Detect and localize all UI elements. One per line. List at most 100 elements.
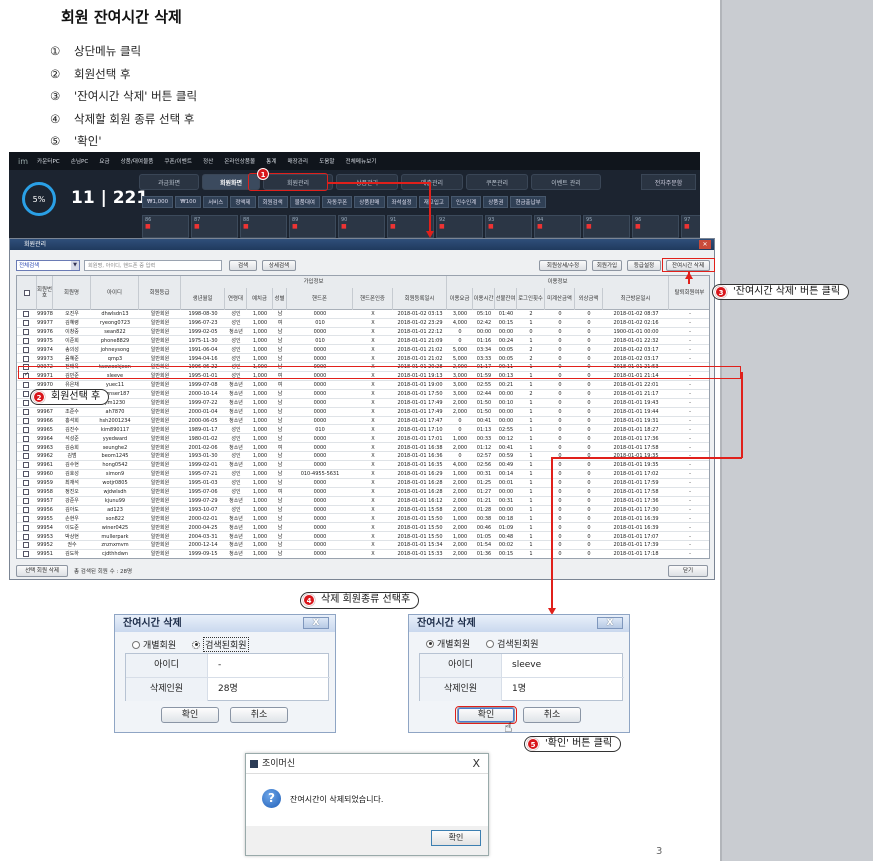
top-menu-item[interactable]: 요금 <box>99 157 109 165</box>
table-row[interactable]: 99957 강준우 kjunu99 일반회원 1999-07-29 청소년 1,000 남 00… <box>17 497 709 506</box>
table-row[interactable]: 99959 최재석 wotjr0805 일반회원 1995-01-03 성인 1,000 남 0… <box>17 479 709 488</box>
table-row[interactable]: 99958 정진오 wjdwlsdh 일반회원 1995-07-06 성인 1,000 여 00… <box>17 488 709 497</box>
row-checkbox[interactable] <box>23 311 29 317</box>
seat-tile[interactable]: 94 ■ <box>534 215 581 238</box>
seat-tile[interactable]: 92 ■ <box>436 215 483 238</box>
select-all-checkbox[interactable] <box>17 276 37 310</box>
table-row[interactable]: 99973 음혜준 qmp3 일반회원 1994-04-16 성인 1,000 남 0000 X 2… <box>17 355 709 364</box>
table-row[interactable]: 99966 홍석희 hsh2001234 일반회원 2000-06-05 청소년 1,000… <box>17 417 709 426</box>
cancel-button[interactable]: 취소 <box>230 707 288 723</box>
table-row[interactable]: 99969박지훈wlgnser187일반회원2000-10-14청소년1,000… <box>17 390 709 399</box>
top-menu-item[interactable]: 온라인상품몰 <box>224 157 255 165</box>
delete-selected-members-button[interactable]: 선택 회원 삭제 <box>16 565 68 577</box>
table-row[interactable]: 99960 김호성 simon9 일반회원 1995-07-21 성인 1,000 남 010-… <box>17 470 709 479</box>
radio-individual-member[interactable]: 개별회원 <box>132 637 176 652</box>
close-window-button[interactable]: 닫기 <box>668 565 708 577</box>
seat-tile[interactable]: 95 ■ <box>583 215 630 238</box>
ok-button[interactable]: 확인 <box>431 830 481 846</box>
row-checkbox[interactable] <box>23 319 29 326</box>
row-checkbox[interactable] <box>23 435 29 442</box>
table-row[interactable]: 99961 김수현 hong0542 일반회원 1999-02-01 청소년 1,000 남 0… <box>17 461 709 470</box>
row-checkbox[interactable] <box>23 328 29 335</box>
toolbar-button[interactable]: 재고입고 <box>418 196 449 208</box>
ok-button[interactable]: 확인 <box>161 707 219 723</box>
row-checkbox[interactable] <box>23 453 29 460</box>
row-checkbox[interactable] <box>23 355 29 362</box>
detail-search-button[interactable]: 상세검색 <box>262 260 296 271</box>
table-row[interactable]: 99953 박상현 mullerpark 일반회원 2004-03-31 청소년 1,000… <box>17 533 709 542</box>
table-row[interactable]: 99974 송의성 johneysong 일반회원 1991-06-04 성인 1,000 남… <box>17 346 709 355</box>
app-tab[interactable]: 쿠폰관리 <box>466 174 528 190</box>
row-checkbox[interactable] <box>23 337 29 344</box>
row-checkbox[interactable] <box>23 391 29 398</box>
row-checkbox[interactable] <box>23 506 29 513</box>
seat-tile[interactable]: 88 ■ <box>240 215 287 238</box>
top-menu-item[interactable]: 손님PC <box>71 157 89 165</box>
top-menu-item[interactable]: 매장관리 <box>287 157 308 165</box>
seat-tile[interactable]: 90 ■ <box>338 215 385 238</box>
table-row[interactable]: 99956 김아도 ad123 일반회원 1993-10-07 성인 1,000 남 0000 X… <box>17 506 709 515</box>
close-icon[interactable]: X <box>597 617 623 629</box>
toolbar-button[interactable]: 회원검색 <box>257 196 288 208</box>
app-tab[interactable]: 과금화면 <box>139 174 199 190</box>
row-checkbox[interactable] <box>23 444 29 451</box>
top-menu-item[interactable]: 도움말 <box>319 157 334 165</box>
row-checkbox[interactable] <box>23 489 29 495</box>
table-row[interactable]: 99975 이준희 phone8829 일반회원 1975-11-30 성인 1,000 남 0… <box>17 337 709 346</box>
toolbar-button[interactable]: ₩1,000 <box>142 196 174 208</box>
row-checkbox[interactable] <box>23 346 29 353</box>
top-menu-item[interactable]: 상품/대여물품 <box>121 157 154 165</box>
seat-tile[interactable]: 97 ■ <box>681 215 700 238</box>
seat-tile[interactable]: 89 ■ <box>289 215 336 238</box>
table-row[interactable]: 99954 이도준 winer0425 일반회원 2000-04-25 청소년 1,000 남… <box>17 524 709 533</box>
member-join-button[interactable]: 회원가입 <box>592 260 622 271</box>
top-menu-item[interactable]: 전체메뉴보기 <box>346 157 377 165</box>
radio-searched-members[interactable]: 검색된회원 <box>486 637 539 650</box>
toolbar-button[interactable]: 자동쿠폰 <box>322 196 353 208</box>
table-row[interactable]: 99976 이창중 sean822 일반회원 1999-02-05 청소년 1,000 남 00… <box>17 328 709 337</box>
search-button[interactable]: 검색 <box>229 260 257 271</box>
row-checkbox[interactable] <box>23 417 29 424</box>
toolbar-button[interactable]: ₩100 <box>175 196 202 208</box>
row-checkbox[interactable] <box>23 471 29 478</box>
member-detail-edit-button[interactable]: 회원상세/수정 <box>539 260 587 271</box>
seat-tile[interactable]: 93 ■ <box>485 215 532 238</box>
top-menu-item[interactable]: 카운터PC <box>37 157 60 165</box>
search-type-select[interactable]: 전체검색 <box>16 260 80 271</box>
close-icon[interactable]: X <box>303 617 329 629</box>
table-row[interactable]: 99952 권수 znznxmvm 일반회원 2000-12-14 청소년 1,000 남 00… <box>17 541 709 551</box>
toolbar-button[interactable]: 정액제 <box>230 196 256 208</box>
table-row[interactable]: 99955 손현우 son822 일반회원 2000-02-01 청소년 1,000 남 000… <box>17 515 709 524</box>
row-checkbox[interactable] <box>23 382 29 389</box>
e-order-tab[interactable]: 전자주문함 <box>641 174 696 190</box>
close-icon[interactable]: ✕ <box>699 240 711 249</box>
radio-searched-members[interactable]: 검색된회원 <box>192 637 249 652</box>
seat-tile[interactable]: 96 ■ <box>632 215 679 238</box>
toolbar-button[interactable]: 인수인계 <box>451 196 482 208</box>
table-row[interactable]: 99968이서준jim1230일반회원1999-07-22청소년1,000남00… <box>17 399 709 408</box>
row-checkbox[interactable] <box>23 542 29 549</box>
table-row[interactable]: 99967 조준수 ah7870 일반회원 2000-01-04 청소년 1,000 남 000… <box>17 408 709 417</box>
row-checkbox[interactable] <box>23 462 29 469</box>
row-checkbox[interactable] <box>23 524 29 531</box>
cancel-button[interactable]: 취소 <box>523 707 581 723</box>
row-checkbox[interactable] <box>23 426 29 433</box>
toolbar-button[interactable]: 좌석설정 <box>386 196 417 208</box>
close-icon[interactable]: X <box>472 754 480 774</box>
toolbar-button[interactable]: 상품권 <box>483 196 509 208</box>
app-tab[interactable]: 이벤트 관리 <box>531 174 601 190</box>
table-row[interactable]: 99951 김도하 cjdthhdwn 일반회원 1999-09-15 청소년 1,000 남… <box>17 550 709 558</box>
row-checkbox[interactable] <box>23 497 29 504</box>
table-row[interactable]: 99963 김승희 seunghe2 일반회원 2001-02-06 청소년 1,000 여 0… <box>17 444 709 453</box>
row-checkbox[interactable] <box>23 408 29 415</box>
top-menu-item[interactable]: 정산 <box>203 157 213 165</box>
top-menu-item[interactable]: 통계 <box>266 157 276 165</box>
row-checkbox[interactable] <box>23 533 29 540</box>
table-row[interactable]: 99965 김진수 kim890117 일반회원 1989-01-17 성인 1,000 남 0… <box>17 426 709 435</box>
toolbar-button[interactable]: 서비스 <box>203 196 229 208</box>
toolbar-button[interactable]: 현금출납부 <box>510 196 546 208</box>
table-row[interactable]: 99977 김혜령 ryeong0723 일반회원 1996-07-23 성인 1,000 여… <box>17 319 709 328</box>
table-row[interactable]: 99978 오진우 dhwlsdn13 일반회원 1998-08-30 성인 1,000 남 0… <box>17 310 709 319</box>
table-row[interactable]: 99970 유은채 yuec11 일반회원 1999-07-08 청소년 1,000 여 000… <box>17 381 709 390</box>
row-checkbox[interactable] <box>23 515 29 522</box>
